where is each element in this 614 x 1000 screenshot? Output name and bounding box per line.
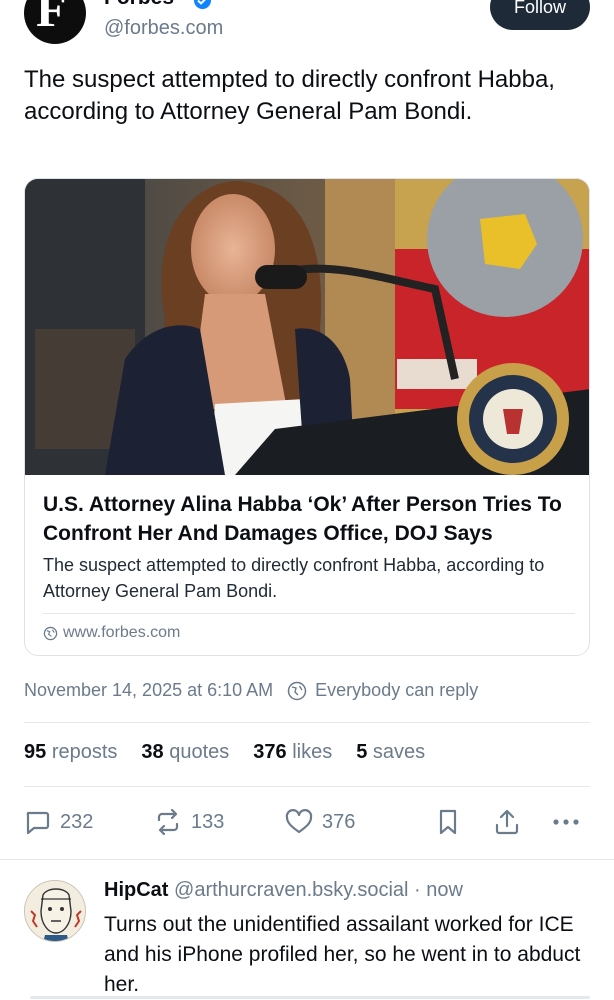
card-divider [43,613,575,614]
avatar-letter: F [36,0,67,37]
repost-icon [157,808,179,836]
reply-author-name[interactable]: HipCat [104,879,168,901]
reply-text: Turns out the unidentified assailant wor… [104,913,581,996]
post-header: F Forbes @forbes.com Follow [0,0,614,50]
verified-badge-icon [194,0,211,9]
like-button[interactable]: 376 [284,800,355,844]
divider [24,722,590,723]
likes-count: 376 [253,741,287,763]
share-icon [495,809,519,835]
post-meta: November 14, 2025 at 6:10 AM Everybody c… [24,680,590,701]
reply-time: · now [414,879,463,901]
card-title[interactable]: U.S. Attorney Alina Habba ‘Ok’ After Per… [43,490,579,548]
bookmark-icon [439,809,457,835]
card-domain-text: www.forbes.com [63,624,181,641]
globe-icon [43,626,58,640]
reply-avatar[interactable] [24,880,86,942]
more-dots-icon [553,819,579,825]
likes-stat[interactable]: 376 likes [253,741,332,764]
card-image [25,179,589,475]
heart-icon [285,809,313,834]
saves-label: saves [372,741,426,763]
divider [24,786,590,787]
like-count: 376 [322,810,356,833]
reposts-stat[interactable]: 95 reposts [24,741,117,764]
reply-count: 232 [60,810,94,833]
post-stats: 95 reposts 38 quotes 376 likes 5 saves [24,741,425,764]
likes-label: likes [292,741,333,763]
saves-stat[interactable]: 5 saves [356,741,425,764]
author-avatar[interactable]: F [24,0,86,44]
post-text: The suspect attempted to directly confro… [24,66,555,125]
quotes-count: 38 [141,741,164,763]
author-handle[interactable]: @forbes.com [104,17,223,40]
reply-button[interactable]: 232 [22,800,93,844]
share-button[interactable] [492,800,522,844]
repost-button[interactable]: 133 [153,800,224,844]
repost-count: 133 [191,810,225,833]
post-timestamp: November 14, 2025 at 6:10 AM [24,680,274,700]
scroll-divider [30,996,590,999]
reply-icon [26,811,50,835]
reply-setting[interactable]: Everybody can reply [315,680,478,701]
follow-button[interactable]: Follow [490,0,590,30]
reply-post[interactable]: HipCat @arthurcraven.bsky.social · now T… [0,862,614,1000]
globe-icon [287,681,307,700]
author-name[interactable]: Forbes [104,0,174,10]
card-description: The suspect attempted to directly confro… [43,555,545,601]
reposts-count: 95 [24,741,47,763]
bookmark-button[interactable] [434,800,462,844]
more-options-button[interactable] [550,800,582,844]
link-card[interactable]: U.S. Attorney Alina Habba ‘Ok’ After Per… [24,178,590,656]
saves-count: 5 [356,741,368,763]
divider [0,859,614,860]
quotes-stat[interactable]: 38 quotes [141,741,229,764]
quotes-label: quotes [169,741,230,763]
reply-header: HipCat @arthurcraven.bsky.social · now [104,879,463,902]
card-domain: www.forbes.com [43,624,180,642]
reposts-label: reposts [51,741,118,763]
action-bar: 232 133 376 [0,800,614,844]
reply-author-handle[interactable]: @arthurcraven.bsky.social [174,879,408,901]
